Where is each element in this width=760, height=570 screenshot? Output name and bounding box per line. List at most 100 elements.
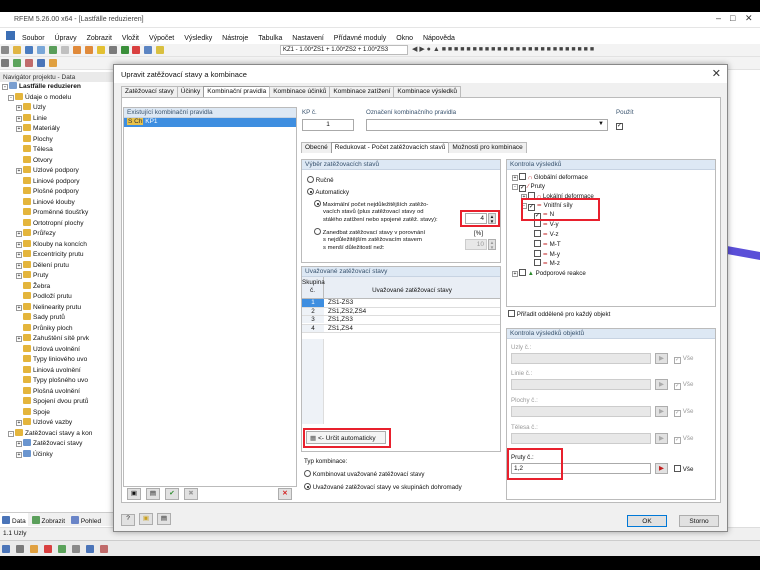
tree-item[interactable]: ≃ M-y — [512, 249, 594, 260]
expand-icon[interactable]: + — [16, 115, 22, 122]
groups-option[interactable]: Uvažované zatěžovací stavy ve skupinách … — [304, 483, 462, 491]
expand-icon[interactable]: + — [16, 420, 22, 426]
collapse-icon[interactable]: - — [512, 183, 518, 190]
surfaces-all-checkbox[interactable]: ✓ — [674, 410, 681, 417]
delete-rule-button[interactable]: ✕ — [278, 488, 292, 500]
checkbox[interactable]: ✓ — [519, 184, 526, 192]
percent-spinner[interactable]: ▲ ▼ — [488, 239, 496, 250]
expand-icon[interactable]: + — [16, 304, 22, 311]
subtab-combination-options[interactable]: Možnosti pro kombinace — [448, 142, 527, 153]
expand-icon[interactable]: + — [16, 241, 22, 248]
tree-item[interactable]: + Uzlové vazby — [0, 418, 116, 429]
menu-vysledky[interactable]: Výsledky — [180, 32, 216, 42]
tab-load-cases[interactable]: Zatěžovací stavy — [121, 86, 178, 97]
print-icon[interactable] — [36, 46, 45, 54]
table-row[interactable]: 4 ZS1,ZS4 — [302, 324, 500, 333]
members-all-checkbox[interactable] — [674, 465, 681, 472]
checkbox[interactable] — [534, 259, 541, 267]
checkbox[interactable] — [519, 173, 526, 180]
help-icon[interactable]: ? — [121, 514, 135, 526]
calc-icon[interactable] — [120, 46, 129, 54]
menu-pridavne-moduly[interactable]: Přídavné moduly — [330, 32, 391, 42]
grid-icon[interactable] — [144, 46, 153, 54]
tree-item[interactable]: - ✓ ∕ Pruty — [512, 183, 594, 192]
radio-manual[interactable] — [307, 176, 314, 183]
open-file-icon[interactable] — [12, 46, 21, 54]
max-count-field[interactable]: 4 — [465, 213, 487, 224]
minimize-icon[interactable]: – — [716, 13, 721, 23]
tree-item[interactable]: Liniová uvolnění — [0, 365, 116, 377]
expand-icon[interactable]: + — [16, 273, 22, 279]
expand-icon[interactable]: + — [512, 175, 518, 181]
tree-item[interactable]: ≃ V-z — [512, 229, 594, 240]
radio-combine[interactable] — [304, 470, 311, 477]
use-checkbox[interactable]: ✓ — [616, 121, 623, 130]
radio-groups[interactable] — [304, 483, 311, 490]
pick-surfaces-button[interactable]: ▶ — [655, 406, 668, 417]
pick-members-button[interactable]: ▶ — [655, 463, 668, 474]
menu-nastroje[interactable]: Nástroje — [218, 32, 252, 42]
expand-icon[interactable]: + — [16, 441, 22, 447]
expand-icon[interactable]: + — [16, 231, 22, 237]
pick-lines-button[interactable]: ▶ — [655, 379, 668, 390]
load-combination-select[interactable]: KZ1 - 1.00*ZS1 + 1.00*ZS2 + 1.00*ZS3 — [280, 45, 408, 55]
pick-solids-button[interactable]: ▶ — [655, 433, 668, 444]
close-icon[interactable]: ✕ — [745, 13, 753, 24]
tree-item[interactable]: + Účinky — [0, 449, 116, 461]
lines-all-checkbox[interactable]: ✓ — [674, 383, 681, 390]
tree-item[interactable]: Ortotropní plochy — [0, 218, 116, 230]
radio-max-count[interactable] — [314, 200, 321, 207]
member-icon[interactable] — [99, 545, 108, 553]
tree-item[interactable]: Proměnné tloušťky — [0, 208, 116, 219]
manual-option[interactable]: Ručně — [307, 176, 334, 184]
check-rule-button[interactable]: ✔ — [165, 488, 179, 500]
collapse-icon[interactable]: - — [2, 84, 8, 90]
collapse-icon[interactable]: - — [8, 430, 14, 437]
redo-icon[interactable] — [84, 46, 93, 54]
tree-item[interactable]: Spoje — [0, 407, 116, 419]
maximize-icon[interactable]: □ — [730, 13, 735, 23]
nodes-field[interactable] — [511, 353, 651, 364]
surfaces-field[interactable] — [511, 406, 651, 417]
tree-item[interactable]: + Dělení prutu — [0, 260, 116, 272]
automatic-option[interactable]: Automaticky — [307, 188, 349, 196]
max-count-option[interactable]: Maximální počet nejdůležitějších zatěžo-… — [314, 200, 469, 224]
tree-item[interactable]: Sady prutů — [0, 313, 116, 324]
tools-icon[interactable] — [48, 59, 57, 67]
tree-item[interactable]: Uzlová uvolnění — [0, 344, 116, 356]
tree-item[interactable]: + Zahuštění sítě prvk — [0, 334, 116, 345]
undo-icon[interactable] — [72, 46, 81, 54]
magnifier-icon[interactable] — [96, 46, 105, 54]
menu-zobrazit[interactable]: Zobrazit — [83, 32, 116, 42]
radio-automatic[interactable] — [307, 188, 314, 195]
lines-field[interactable] — [511, 379, 651, 390]
tab-actions[interactable]: Účinky — [176, 86, 205, 97]
glines-icon[interactable] — [43, 545, 52, 553]
pick-nodes-button[interactable]: ▶ — [655, 353, 668, 364]
expand-icon[interactable]: + — [16, 168, 22, 174]
neglect-percent-field[interactable]: 10 — [465, 239, 487, 250]
tree-item[interactable]: Tělesa — [0, 145, 116, 156]
tab-data[interactable]: Data — [0, 513, 28, 528]
tree-item[interactable]: Plošné podpory — [0, 187, 116, 198]
nodes-all-checkbox[interactable]: ✓ — [674, 357, 681, 364]
tree-item[interactable]: + Nelinearity prutu — [0, 302, 116, 314]
osnap-icon[interactable] — [29, 545, 38, 553]
copy-rule-button[interactable]: ▤ — [146, 488, 160, 500]
neglect-option[interactable]: Zanedbat zatěžovací stavy v porovnání s … — [314, 228, 469, 252]
tree-item[interactable]: + Materiály — [0, 124, 116, 135]
cursor-icon[interactable] — [71, 545, 80, 553]
tree-item[interactable]: + ∩ Globální deformace — [512, 173, 594, 183]
expand-icon[interactable]: + — [16, 252, 22, 258]
measure-icon[interactable] — [85, 545, 94, 553]
view-icon[interactable] — [36, 59, 45, 67]
tree-item[interactable]: - Zatěžovací stavy a kon — [0, 428, 116, 440]
rule-name-field[interactable]: ▼ — [366, 119, 608, 131]
tree-item[interactable]: Průniky ploch — [0, 323, 116, 335]
menu-vlozit[interactable]: Vložit — [118, 32, 143, 42]
tree-item[interactable]: + Pruty — [0, 271, 116, 282]
window-icon[interactable] — [156, 46, 165, 54]
assign-separately-checkbox[interactable] — [508, 310, 515, 317]
tree-item[interactable]: + Průřezy — [0, 229, 116, 240]
tree-item[interactable]: + Uzlové podpory — [0, 166, 116, 177]
